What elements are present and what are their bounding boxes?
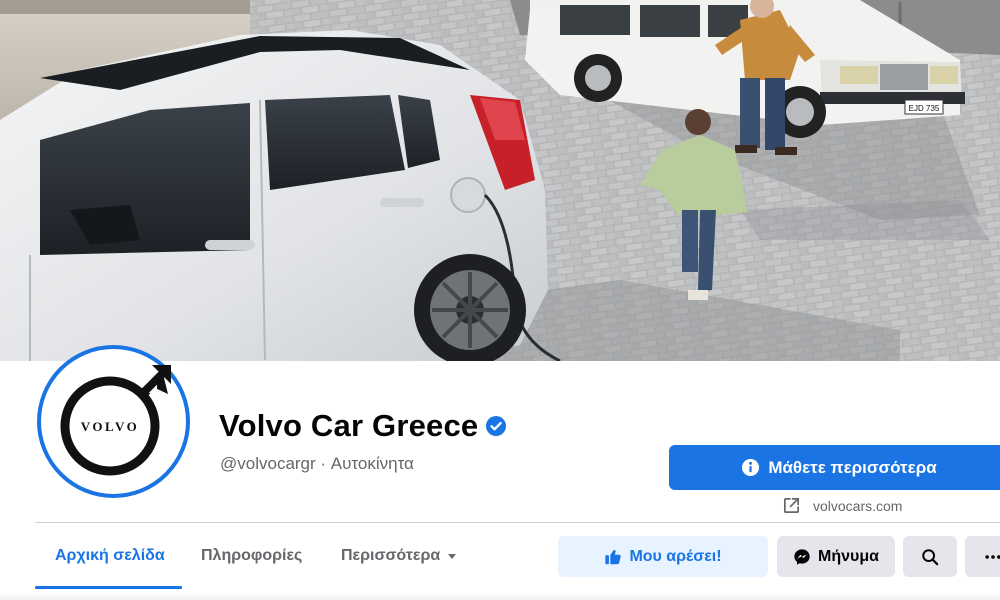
more-options-button[interactable] [965,536,1000,577]
website-link[interactable]: volvocars.com [782,496,902,515]
tab-more-label: Περισσότερα [341,547,441,564]
page-title[interactable]: Volvo Car Greece [219,408,478,444]
tab-about[interactable]: Πληροφορίες [199,533,304,579]
caret-down-icon [448,554,457,559]
divider [35,522,1000,523]
cover-photo[interactable]: EJD 735 [0,0,1000,361]
license-plate-text: EJD 735 [909,104,940,113]
page-name-row: Volvo Car Greece [219,408,507,444]
info-icon [742,458,760,477]
learn-more-label: Μάθετε περισσότερα [768,457,937,477]
more-dots-icon [985,554,1000,559]
tab-more[interactable]: Περισσότερα [339,533,460,579]
page-handle-category: @volvocargr · Αυτοκίνητα [220,454,414,473]
tab-home[interactable]: Αρχική σελίδα [53,533,167,579]
search-button[interactable] [903,536,957,577]
like-label: Μου αρέσει! [629,547,722,565]
verified-badge-icon[interactable] [486,416,507,436]
search-icon [922,548,939,565]
message-label: Μήνυμα [818,547,879,565]
active-tab-indicator [35,586,182,589]
like-button[interactable]: Μου αρέσει! [558,536,768,577]
page-header: EJD 735 VOLVO Volvo Car Greece @volvocar… [0,0,1000,600]
website-url: volvocars.com [813,497,903,514]
volvo-logo-text: VOLVO [80,419,138,434]
external-link-icon [783,497,800,514]
messenger-icon [794,548,810,565]
page-avatar[interactable]: VOLVO [37,345,190,498]
message-button[interactable]: Μήνυμα [777,536,895,577]
thumbs-up-icon [605,549,622,564]
volvo-logo-icon: VOLVO [60,364,171,475]
bottom-shade [0,593,1000,600]
learn-more-button[interactable]: Μάθετε περισσότερα [669,445,1000,490]
